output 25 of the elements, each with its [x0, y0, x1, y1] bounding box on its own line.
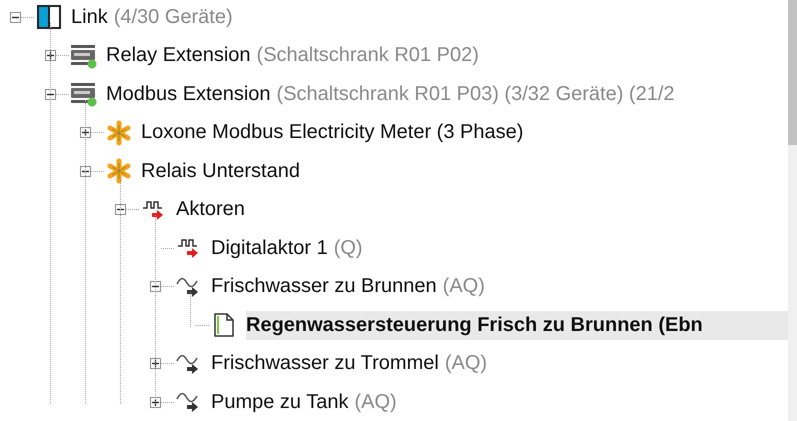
collapse-button[interactable]: [45, 88, 56, 100]
collapse-button[interactable]: [115, 204, 126, 216]
tree-item[interactable]: Relay Extension (Schaltschrank R01 P02): [106, 41, 479, 70]
asterisk-icon: [106, 158, 132, 184]
tree-item[interactable]: Regenwassersteuerung Frisch zu Brunnen (Ebn: [246, 310, 788, 340]
collapse-button[interactable]: [150, 281, 161, 292]
tree-item[interactable]: Loxone Modbus Electricity Meter (3 Phase): [141, 118, 524, 148]
asterisk-icon: [106, 120, 132, 146]
tree-item[interactable]: Pumpe zu Tank (AQ): [211, 388, 397, 417]
tree-item[interactable]: Aktoren: [176, 195, 245, 224]
expand-button[interactable]: [150, 358, 161, 370]
collapse-button[interactable]: [10, 12, 21, 23]
collapse-button[interactable]: [80, 166, 91, 177]
document-icon: [214, 313, 234, 338]
expand-button[interactable]: [80, 127, 91, 138]
tree-item[interactable]: Frischwasser zu Trommel (AQ): [211, 349, 488, 378]
expand-button[interactable]: [150, 396, 161, 408]
tree-item[interactable]: Relais Unterstand: [141, 156, 300, 186]
tree-item[interactable]: Frischwasser zu Brunnen (AQ): [211, 272, 485, 302]
expand-button[interactable]: [45, 50, 56, 62]
tree-item[interactable]: Link (4/30 Geräte): [71, 2, 233, 32]
tree-item[interactable]: Digitalaktor 1 (Q): [211, 234, 363, 263]
scrollbar[interactable]: [788, 0, 797, 421]
link-icon: [37, 5, 61, 30]
tree-item[interactable]: Modbus Extension (Schaltschrank R01 P03) (3/32 Geräte) (21/2: [106, 80, 675, 109]
